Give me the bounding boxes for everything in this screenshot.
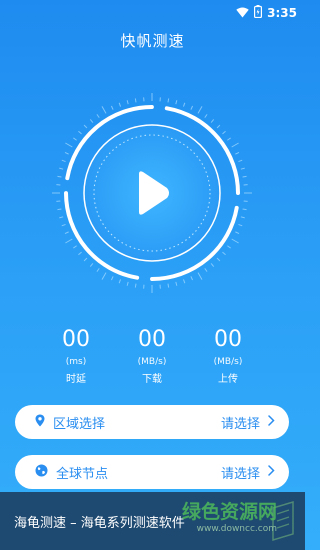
dial-tick — [227, 245, 231, 249]
global-nodes-button[interactable]: 全球节点 请选择 — [15, 455, 289, 489]
dial-tick — [65, 142, 73, 148]
dial-tick — [59, 216, 64, 219]
dial-tick — [118, 279, 122, 284]
dial-tick — [182, 279, 186, 284]
dial-tick — [190, 276, 194, 281]
globe-icon — [35, 464, 48, 481]
dial-tick — [61, 223, 66, 227]
dial-tick — [231, 142, 239, 148]
dial-tick — [61, 159, 66, 163]
dial-tick — [73, 245, 77, 249]
dial-tick — [83, 257, 88, 262]
dial-tick — [235, 231, 240, 235]
dial-tick — [89, 119, 94, 123]
dial-tick — [110, 105, 114, 110]
dial-tick — [96, 268, 100, 272]
dial-tick — [210, 119, 215, 123]
region-select-label: 区域选择 — [53, 416, 106, 432]
dial-tick — [134, 98, 137, 103]
dial-tick — [242, 175, 247, 178]
dial-tick — [64, 231, 69, 235]
dial-tick — [182, 102, 186, 107]
dial-tick — [210, 263, 215, 267]
dial-tick — [175, 100, 178, 105]
dial-tick — [101, 272, 107, 280]
dial-tick — [78, 251, 82, 256]
battery-icon — [254, 3, 263, 22]
dial-tick — [240, 167, 245, 170]
dial-tick — [126, 100, 129, 105]
dial-tick — [167, 98, 170, 103]
dial-tick — [167, 283, 170, 288]
watermark-url: www.downcc.com — [196, 524, 277, 534]
dial-tick — [110, 276, 114, 281]
dial-tick — [222, 130, 226, 135]
upload-label: 上传 — [218, 374, 238, 385]
dial-tick — [190, 105, 194, 110]
dial-tick — [197, 106, 203, 114]
watermark-text: 绿色资源网 — [181, 501, 277, 523]
dial-tick — [73, 137, 77, 141]
status-bar: 3:35 — [0, 0, 305, 22]
dial-tick — [216, 257, 221, 262]
chevron-right-icon — [268, 414, 275, 430]
status-time: 3:35 — [267, 5, 297, 20]
dial-tick — [118, 102, 122, 107]
dial-tick — [238, 159, 243, 163]
dial-tick — [216, 124, 221, 129]
dial-tick — [242, 208, 247, 211]
dial-tick — [126, 281, 129, 286]
upload-unit: (MB/s) — [213, 357, 243, 367]
speed-dial — [52, 93, 252, 293]
page-title: 快帆测速 — [120, 32, 185, 50]
dial-tick — [197, 272, 203, 280]
dial-tick — [238, 223, 243, 227]
dial-tick — [64, 151, 69, 155]
dial-tick — [78, 130, 82, 135]
dial-tick — [101, 106, 107, 114]
dial-tick — [89, 263, 94, 267]
dial-tick — [59, 167, 64, 170]
dial-tick — [96, 114, 100, 118]
chevron-right-icon — [268, 464, 275, 480]
dial-tick — [57, 208, 62, 211]
region-select-button[interactable]: 区域选择 请选择 — [15, 405, 289, 439]
global-nodes-label: 全球节点 — [56, 466, 109, 482]
global-nodes-value: 请选择 — [220, 466, 260, 482]
dial-tick — [240, 216, 245, 219]
dial-tick — [57, 175, 62, 178]
upload-value: 00 — [214, 327, 242, 352]
dial-tick — [83, 124, 88, 129]
wifi-icon — [236, 3, 249, 22]
dial-tick — [175, 281, 178, 286]
dial-tick — [204, 114, 208, 118]
dial-tick — [227, 137, 231, 141]
dial-tick — [222, 251, 226, 256]
upload-stat: 00 (MB/s) 上传 — [183, 327, 273, 385]
status-icons: 3:35 — [236, 3, 297, 22]
dial-tick — [235, 151, 240, 155]
location-pin-icon — [35, 414, 45, 431]
dial-tick — [231, 238, 239, 244]
caption-text: 海龟测速 – 海龟系列测速软件 — [14, 515, 185, 531]
dial-tick — [204, 268, 208, 272]
dial-tick — [134, 283, 137, 288]
dial-tick — [65, 238, 73, 244]
region-select-value: 请选择 — [220, 416, 260, 432]
